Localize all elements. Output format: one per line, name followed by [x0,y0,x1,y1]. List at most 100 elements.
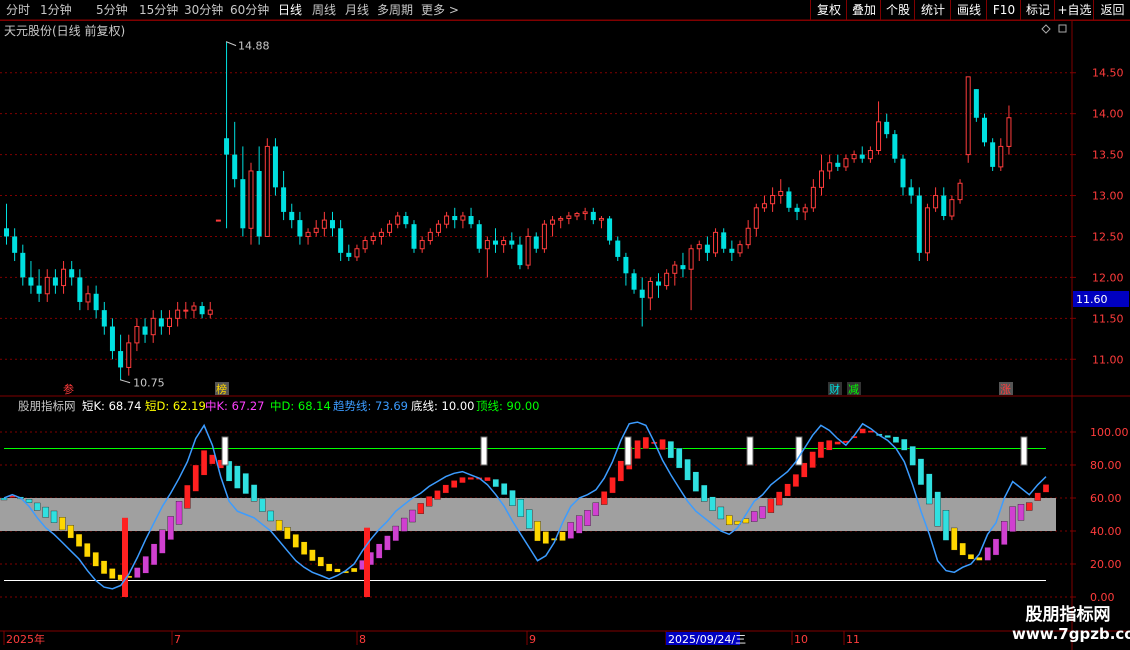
indicator-bar-16 [134,567,141,578]
candle-5 [44,269,50,302]
candle-body-8 [69,269,75,278]
indicator-bar-115 [959,542,966,556]
indicator-bar-13 [109,568,116,579]
indicator-bar-51 [425,496,433,507]
candle-41 [338,220,344,262]
indicator-bar-108 [901,438,908,451]
indicator-bar-45 [375,543,383,559]
candle-body-44 [362,240,368,250]
indicator-bar-11 [92,552,99,567]
candle-body-97 [794,207,800,212]
candle-74 [607,216,613,245]
candle-89 [729,240,735,262]
candle-body-1 [12,236,18,253]
candle-body-14 [118,351,124,368]
indicator-bar-97 [809,451,816,468]
top-signal-5 [1020,436,1028,466]
candle-body-110 [900,158,906,188]
candle-25 [207,301,213,319]
indicator-bar-52 [434,490,441,500]
candle-19 [158,310,164,335]
candle-body-71 [582,211,588,215]
candle-106 [867,146,873,163]
indicator-bar-84 [701,484,708,502]
candle-body-48 [395,215,401,225]
candle-44 [362,236,368,253]
indicator-bar-89 [742,518,750,524]
candle-59 [484,236,490,278]
candle-body-118 [965,76,971,156]
candle-72 [590,207,596,225]
candle-58 [476,220,482,253]
candlestick-layer [4,41,1012,380]
signal-stick-0 [122,517,128,597]
high-pointer [225,41,237,47]
candle-body-62 [509,240,515,245]
candle-15 [126,334,132,376]
candle-body-89 [729,248,735,253]
candle-body-32 [264,145,270,237]
candle-24 [199,301,205,319]
candle-body-99 [810,186,816,209]
candle-75 [615,236,621,262]
indicator-bar-92 [767,498,775,513]
candle-body-68 [558,217,564,221]
indicator-bar-106 [884,435,891,438]
candle-49 [403,211,409,229]
candle-8 [69,261,75,286]
candle-2 [20,244,26,286]
candle-body-82 [672,264,678,274]
candle-body-18 [150,317,156,336]
candle-107 [876,101,882,155]
price-label-7: 11.00 [1092,353,1124,366]
candle-body-94 [770,195,776,205]
indicator-bar-36 [300,541,308,555]
candle-body-3 [28,277,34,286]
candle-body-36 [297,220,303,237]
indicator-bar-18 [150,543,158,566]
indicator-bar-116 [967,554,975,560]
price-label-2: 13.50 [1092,149,1124,162]
candle-body-88 [721,232,727,249]
candle-70 [574,211,580,221]
candle-10 [85,285,91,311]
candle-28 [232,121,238,188]
candle-body-5 [44,276,50,295]
candle-body-39 [321,219,327,229]
indicator-bar-53 [442,484,449,494]
ind-label-3: 40.00 [1090,525,1122,538]
candle-116 [949,195,955,221]
candle-46 [378,228,384,245]
indicator-bar-72 [601,491,608,505]
price-label-6: 11.50 [1092,312,1124,325]
indicator-bar-55 [459,477,466,484]
candle-108 [884,113,890,139]
indicator-bar-40 [334,568,341,573]
candle-body-37 [305,231,311,237]
candle-body-102 [835,162,841,167]
indicator-bar-28 [234,465,241,489]
candle-body-31 [256,170,262,237]
candle-77 [631,269,637,294]
indicator-bar-73 [609,477,616,494]
top-signal-2 [624,436,632,466]
candle-84 [688,244,694,311]
candle-113 [924,203,930,262]
candle-34 [281,170,287,221]
candle-109 [892,130,898,163]
indicator-bar-24 [200,450,208,476]
indicator-bar-22 [184,484,191,509]
candle-93 [761,195,767,212]
candle-47 [387,220,393,237]
date-label-5: 10 [794,633,808,646]
candle-body-73 [598,217,604,221]
indicator-bar-77 [642,436,650,449]
candle-115 [941,187,947,221]
candle-101 [827,154,833,180]
indicator-bar-35 [292,534,299,548]
candle-body-12 [101,310,107,327]
candle-54 [444,211,450,229]
candle-27 [224,41,230,229]
candle-body-19 [158,318,164,327]
candle-73 [598,216,604,229]
